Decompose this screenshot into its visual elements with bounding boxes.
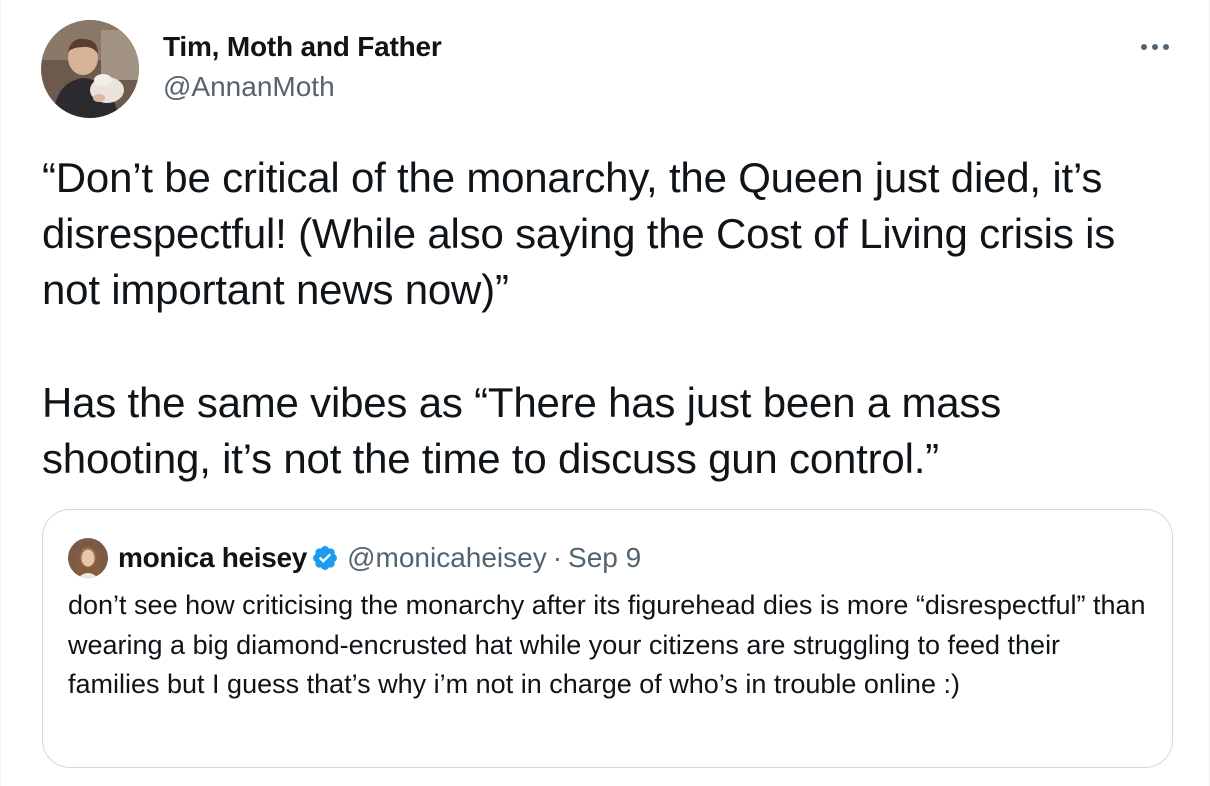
quoted-tweet-card[interactable]: monica heisey @monicaheisey · Sep 9 don’… [42,509,1173,768]
author-name[interactable]: Tim, Moth and Father [163,30,442,64]
tweet-paragraph: Has the same vibes as “There has just be… [42,379,1001,482]
tweet-paragraph: “Don’t be critical of the monarchy, the … [42,154,1116,313]
quoted-author-avatar[interactable] [68,538,108,578]
quoted-tweet-text: don’t see how criticising the monarchy a… [68,590,1146,699]
tweet-text: “Don’t be critical of the monarchy, the … [42,150,1172,487]
author-handle[interactable]: @AnnanMoth [163,70,335,104]
quoted-author-name[interactable]: monica heisey [118,542,307,574]
quoted-author-handle[interactable]: @monicaheisey [347,542,547,574]
quoted-tweet-date[interactable]: Sep 9 [568,542,641,574]
more-horizontal-icon [1141,44,1169,50]
quoted-tweet-header: monica heisey @monicaheisey · Sep 9 [118,538,641,578]
verified-badge-icon [311,544,339,572]
more-options-button[interactable] [1135,30,1175,64]
tweet-page: Tim, Moth and Father @AnnanMoth “Don’t b… [0,0,1210,786]
author-avatar[interactable] [41,20,139,118]
header-separator: · [552,542,563,573]
